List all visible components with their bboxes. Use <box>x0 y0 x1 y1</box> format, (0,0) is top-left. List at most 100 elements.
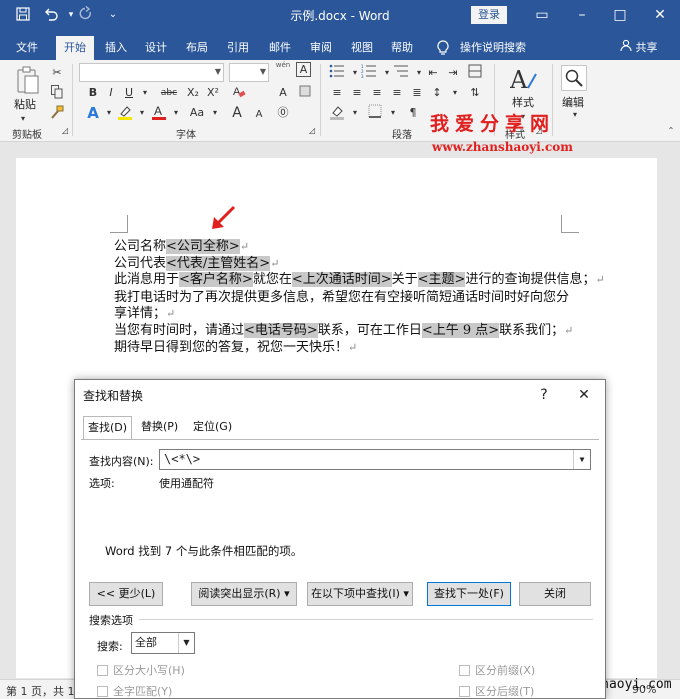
close-icon[interactable]: ✕ <box>573 384 595 406</box>
multilevel-list-icon[interactable] <box>392 64 410 82</box>
font-size-combo[interactable]: ▼ <box>229 63 269 82</box>
group-separator <box>72 64 73 136</box>
bullets-icon[interactable] <box>328 64 346 82</box>
whole-word-checkbox[interactable]: 全字匹配(Y) <box>97 683 172 699</box>
copy-icon[interactable] <box>48 85 66 103</box>
tab-view[interactable]: 视图 <box>344 36 380 60</box>
whole-word-label: 全字匹配(Y) <box>113 685 173 698</box>
maximize-icon[interactable]: □ <box>600 0 640 31</box>
clear-formatting-icon[interactable]: A <box>230 84 248 102</box>
less-button[interactable]: << 更少(L) <box>89 582 163 606</box>
chevron-down-icon[interactable]: ▾ <box>206 104 224 122</box>
chevron-down-icon[interactable]: ▾ <box>167 104 185 122</box>
find-in-button[interactable]: 在以下项中查找(I) ▾ <box>307 582 413 606</box>
tab-goto[interactable]: 定位(G) <box>189 416 236 438</box>
char-shading-icon[interactable]: A <box>274 84 292 102</box>
tab-home[interactable]: 开始 <box>56 36 94 60</box>
line-spacing-icon[interactable]: ↕ <box>428 84 446 102</box>
login-button[interactable]: 登录 <box>471 6 507 24</box>
tab-review[interactable]: 审阅 <box>303 36 339 60</box>
close-icon[interactable]: ✕ <box>640 0 680 31</box>
dialog-title: 查找和替换 <box>83 389 144 403</box>
styles-icon[interactable]: A <box>509 66 538 97</box>
dialog-launcher-icon[interactable]: ◿ <box>62 126 68 135</box>
shrink-font-icon[interactable]: A <box>250 106 268 124</box>
grow-font-icon[interactable]: A <box>228 104 246 122</box>
minimize-icon[interactable]: – <box>562 0 602 31</box>
cut-icon[interactable]: ✂ <box>48 64 66 82</box>
paste-icon[interactable] <box>15 66 41 99</box>
tab-file[interactable]: 文件 <box>8 36 46 60</box>
sort-icon[interactable]: ⇅ <box>466 84 484 102</box>
dialog-launcher-icon[interactable]: ◿ <box>309 126 315 135</box>
match-suffix-checkbox[interactable]: 区分后缀(T) <box>459 683 534 699</box>
tab-layout[interactable]: 布局 <box>178 36 216 60</box>
chevron-down-icon: ▼ <box>259 67 266 76</box>
italic-icon[interactable]: I <box>102 84 120 102</box>
distributed-icon[interactable]: ≣ <box>408 84 426 102</box>
find-what-input[interactable]: \<*\> ▼ <box>159 449 591 470</box>
match-case-checkbox[interactable]: 区分大小写(H) <box>97 662 185 678</box>
highlight-icon[interactable] <box>116 104 134 122</box>
strikethrough-icon[interactable]: abc <box>158 84 180 102</box>
chevron-down-icon[interactable]: ▾ <box>446 84 464 102</box>
bold-icon[interactable]: B <box>84 84 102 102</box>
help-icon[interactable]: ? <box>533 384 555 406</box>
tab-mailings[interactable]: 邮件 <box>262 36 298 60</box>
match-prefix-checkbox[interactable]: 区分前缀(X) <box>459 662 535 678</box>
change-case-icon[interactable]: Aa <box>188 104 206 122</box>
char-border-icon[interactable]: A <box>296 62 311 77</box>
shading-icon[interactable] <box>328 104 346 122</box>
align-center-icon[interactable]: ≡ <box>348 84 366 102</box>
share-button[interactable]: 共享 <box>620 36 658 60</box>
subscript-icon[interactable]: X₂ <box>184 84 202 102</box>
numbering-icon[interactable]: 123 <box>360 64 378 82</box>
close-button[interactable]: 关闭 <box>519 582 591 606</box>
enclose-char-icon[interactable]: ⓪ <box>274 104 292 122</box>
tab-insert[interactable]: 插入 <box>98 36 134 60</box>
search-icon[interactable] <box>561 65 587 91</box>
page-count[interactable]: 第 1 页，共 1 <box>6 683 75 699</box>
font-color-icon[interactable]: A <box>150 104 168 122</box>
chevron-down-icon[interactable]: ▼ <box>573 450 590 469</box>
tab-find[interactable]: 查找(D) <box>83 416 133 440</box>
chevron-down-icon[interactable]: ▾ <box>346 104 364 122</box>
show-marks-icon[interactable]: ¶ <box>404 104 422 122</box>
tab-references[interactable]: 引用 <box>220 36 256 60</box>
chinese-layout-icon[interactable] <box>466 64 484 82</box>
align-right-icon[interactable]: ≡ <box>368 84 386 102</box>
doc-text: 就您在 <box>252 272 292 287</box>
justify-icon[interactable]: ≡ <box>388 84 406 102</box>
font-name-combo[interactable]: ▼ <box>79 63 224 82</box>
chevron-down-icon[interactable]: ▾ <box>384 104 402 122</box>
paragraph-mark: ↵ <box>348 341 358 354</box>
red-arrow-annotation <box>212 205 236 229</box>
align-left-icon[interactable]: ≡ <box>328 84 346 102</box>
doc-line: 期待早日得到您的答复，祝您一天快乐！↵ <box>114 336 357 355</box>
char-spacing-icon[interactable] <box>296 84 314 102</box>
tell-me-search[interactable]: 操作说明搜索 <box>455 36 531 60</box>
phonetic-guide-icon[interactable]: wén <box>274 61 292 79</box>
increase-indent-icon[interactable]: ⇥ <box>444 64 462 82</box>
tab-help[interactable]: 帮助 <box>384 36 420 60</box>
chevron-down-icon[interactable]: ▾ <box>566 106 584 124</box>
chevron-down-icon[interactable]: ▾ <box>136 84 154 102</box>
paragraph-mark: ↵ <box>564 324 574 337</box>
tab-replace[interactable]: 替换(P) <box>137 416 182 438</box>
chevron-down-icon[interactable]: ▾ <box>133 104 151 122</box>
paragraph-group-label: 段落 <box>392 130 412 141</box>
search-direction-select[interactable]: 全部 ▼ <box>131 632 195 654</box>
superscript-icon[interactable]: X² <box>204 84 222 102</box>
tab-design[interactable]: 设计 <box>138 36 174 60</box>
reading-highlight-button[interactable]: 阅读突出显示(R) ▾ <box>191 582 297 606</box>
decrease-indent-icon[interactable]: ⇤ <box>424 64 442 82</box>
collapse-ribbon-icon[interactable]: ⌃ <box>662 122 680 140</box>
ribbon-display-icon[interactable]: ▭ <box>522 0 562 31</box>
borders-icon[interactable] <box>366 104 384 122</box>
find-next-button[interactable]: 查找下一处(F) <box>427 582 511 606</box>
svg-text:A: A <box>510 66 528 94</box>
format-painter-icon[interactable] <box>48 105 66 123</box>
share-label: 共享 <box>635 41 658 54</box>
margin-marker <box>110 215 128 233</box>
match-prefix-label: 区分前缀(X) <box>475 664 536 677</box>
